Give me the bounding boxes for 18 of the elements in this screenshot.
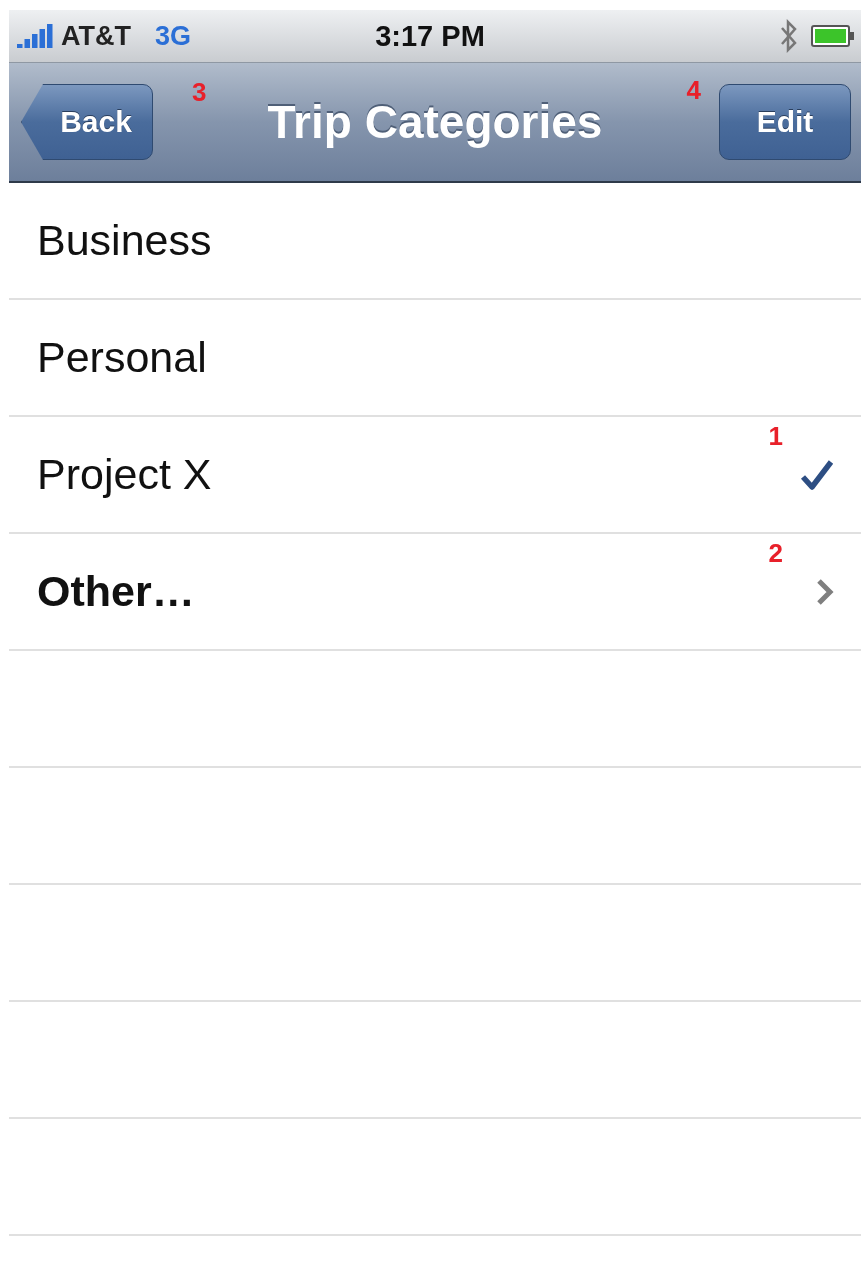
signal-icon <box>17 24 55 48</box>
category-item[interactable]: Other… <box>37 567 195 616</box>
screen-title: Trip Categories <box>266 95 604 149</box>
callout-number: 4 <box>686 75 701 106</box>
category-item[interactable]: Personal <box>37 333 207 382</box>
back-button[interactable]: Back <box>21 84 153 160</box>
callout-number: 1 <box>768 421 783 452</box>
edit-button[interactable]: Edit <box>719 84 851 160</box>
battery-icon <box>811 25 855 47</box>
callout-number: 2 <box>768 538 783 569</box>
callout-number: 3 <box>192 77 207 108</box>
category-item[interactable]: Business <box>37 216 212 265</box>
chevron-icon <box>815 576 835 607</box>
carrier-name: AT&T <box>61 20 131 52</box>
bluetooth-icon <box>779 19 799 53</box>
network-type: 3G <box>155 20 191 52</box>
clock-time: 3:17 PM <box>375 19 485 52</box>
category-item[interactable]: Project X <box>37 450 212 499</box>
